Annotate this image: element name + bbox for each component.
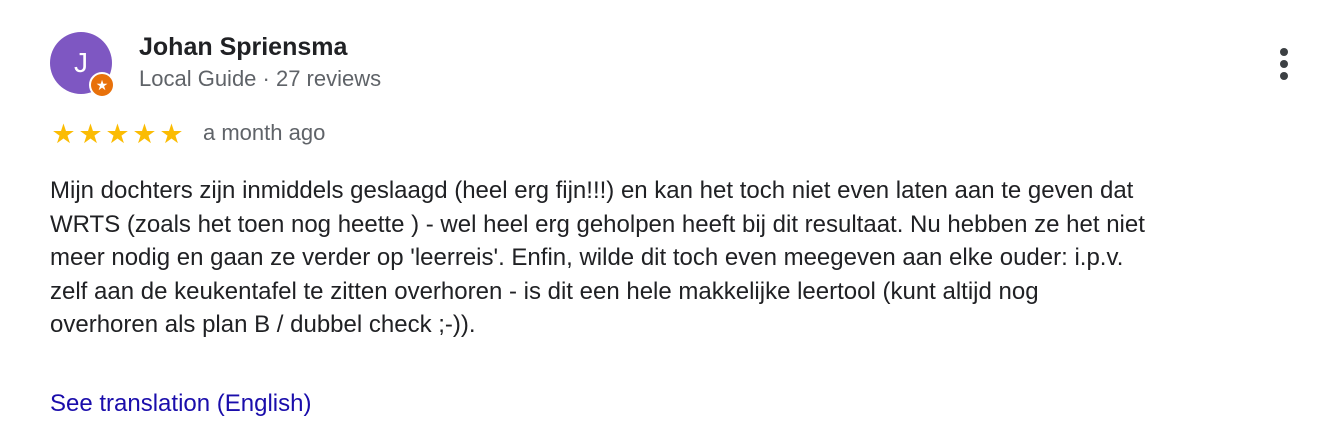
more-vert-icon bbox=[1280, 60, 1288, 68]
review-text-line: meer nodig en gaan ze verder op 'leerrei… bbox=[50, 244, 1124, 271]
star-rating: ★ ★ ★ ★ ★ bbox=[50, 120, 185, 148]
more-vert-icon bbox=[1280, 72, 1288, 80]
see-translation-link[interactable]: See translation (English) bbox=[50, 390, 311, 418]
local-guide-badge-icon: ★ bbox=[89, 72, 115, 98]
star-icon: ★ bbox=[159, 119, 184, 149]
star-icon: ★ bbox=[105, 119, 130, 149]
review-text: Mijn dochters zijn inmiddels geslaagd (h… bbox=[50, 174, 1320, 342]
review-text-line: Mijn dochters zijn inmiddels geslaagd (h… bbox=[50, 177, 1134, 204]
author-meta: Local Guide · 27 reviews bbox=[139, 66, 382, 91]
review-text-line: zelf aan de keukentafel te zitten overho… bbox=[50, 277, 1039, 305]
review-text-line: WRTS (zoals het toen nog heette ) - wel … bbox=[50, 210, 1145, 238]
star-icon: ★ bbox=[132, 119, 157, 149]
more-vert-icon bbox=[1280, 48, 1288, 56]
star-icon: ★ bbox=[78, 119, 103, 149]
review-text-line: overhoren als plan B / dubbel check ;-))… bbox=[50, 311, 476, 338]
star-icon: ★ bbox=[51, 119, 76, 149]
review-time: a month ago bbox=[203, 120, 326, 145]
review-card: J ★ Johan Spriensma Local Guide · 27 rev… bbox=[0, 0, 1342, 444]
more-options-button[interactable] bbox=[1266, 42, 1302, 86]
author-name[interactable]: Johan Spriensma bbox=[139, 33, 347, 62]
